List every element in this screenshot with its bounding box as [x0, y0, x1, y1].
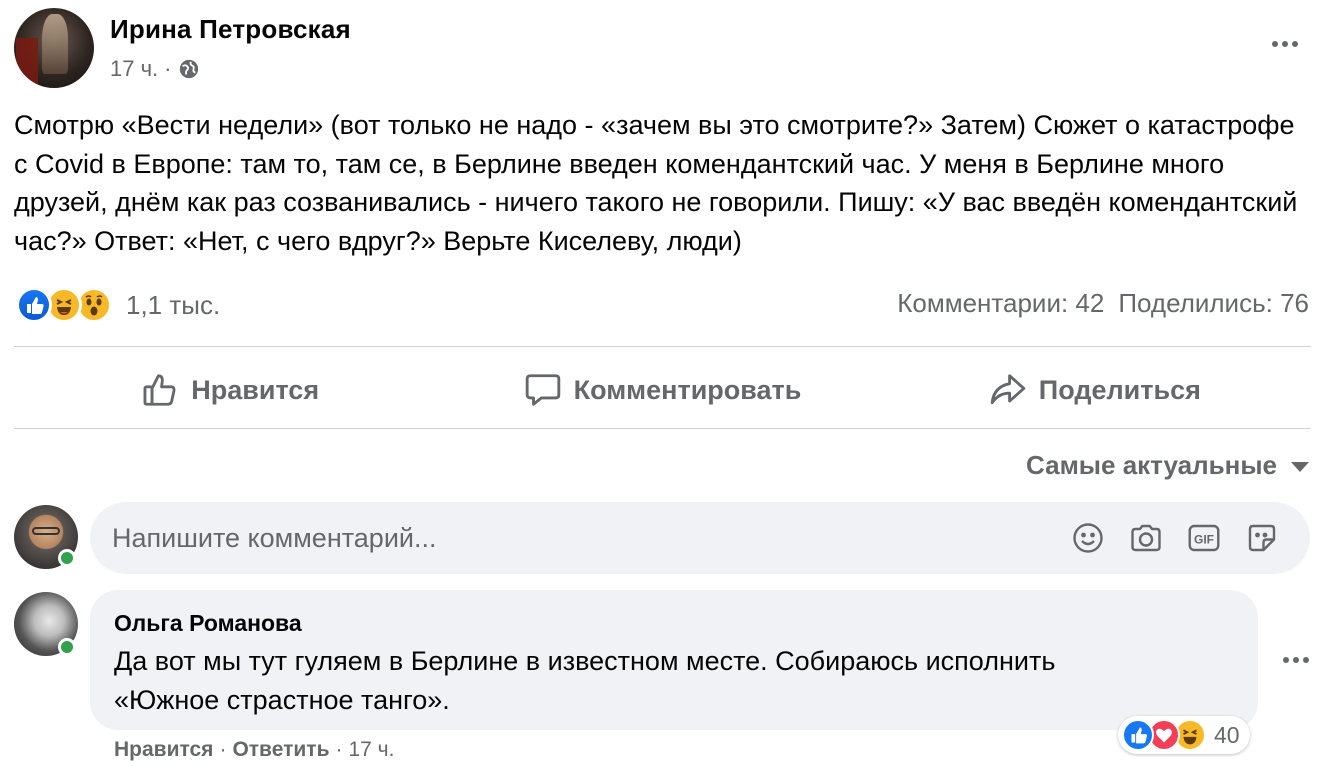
comment-time[interactable]: 17 ч.	[348, 738, 394, 762]
post-time[interactable]: 17 ч.	[110, 56, 158, 82]
camera-icon[interactable]	[1128, 520, 1164, 556]
like-icon	[1122, 719, 1154, 751]
post-meta: 17 ч. ·	[110, 56, 200, 82]
comment-input[interactable]	[112, 502, 1012, 574]
author-name[interactable]: Ирина Петровская	[110, 14, 351, 45]
comment-bubble: Ольга Романова Да вот мы тут гуляем в Бе…	[90, 590, 1258, 730]
comment-actions: Нравится · Ответить · 17 ч.	[114, 738, 394, 762]
comment-text-line: Да вот мы тут гуляем в Берлине в известн…	[114, 646, 1056, 676]
globe-icon[interactable]	[178, 58, 200, 80]
comment-reactions-count: 40	[1214, 721, 1240, 748]
comment-sort-dropdown[interactable]: Самые актуальные	[1026, 450, 1309, 481]
composer-icons: GIF	[1070, 520, 1280, 556]
reactions-summary[interactable]: 1,1 тыс.	[16, 286, 220, 324]
comment-button[interactable]: Комментировать	[446, 360, 878, 420]
share-label: Поделиться	[1038, 374, 1201, 405]
separator: ·	[335, 738, 343, 761]
online-status-dot	[58, 638, 76, 656]
thumbs-up-icon	[143, 374, 176, 406]
share-button[interactable]: Поделиться	[879, 360, 1311, 420]
online-status-dot	[58, 549, 76, 567]
shares-count[interactable]: Поделились: 76	[1118, 288, 1309, 319]
post-actions: Нравится Комментировать Поделиться	[14, 360, 1311, 420]
meta-separator: ·	[164, 56, 172, 81]
comment-label: Комментировать	[573, 374, 802, 405]
comment-like-link[interactable]: Нравится	[114, 738, 213, 762]
comment-more-options-icon[interactable]	[1278, 648, 1314, 672]
share-icon	[990, 374, 1026, 405]
sticker-icon[interactable]	[1244, 520, 1280, 556]
post-text: Смотрю «Вести недели» (вот только не над…	[14, 110, 1298, 256]
separator: ·	[219, 738, 227, 761]
author-avatar[interactable]	[14, 8, 94, 88]
like-icon	[16, 287, 52, 323]
comment-icon	[525, 374, 560, 406]
post-counts: Комментарии: 42 Поделились: 76	[897, 288, 1309, 319]
commenter-name[interactable]: Ольга Романова	[114, 610, 302, 637]
comment-text-line: «Южное страстное танго».	[114, 685, 450, 715]
like-button[interactable]: Нравится	[14, 360, 446, 420]
reactions-count[interactable]: 1,1 тыс.	[126, 290, 220, 321]
divider	[14, 346, 1311, 347]
divider	[14, 428, 1311, 429]
gif-icon[interactable]: GIF	[1186, 520, 1222, 556]
comment-reactions[interactable]: 40	[1118, 716, 1250, 754]
like-label: Нравится	[191, 374, 320, 405]
post-more-options-icon[interactable]	[1265, 30, 1305, 58]
sort-label: Самые актуальные	[1026, 450, 1277, 480]
svg-text:GIF: GIF	[1194, 532, 1214, 546]
comment-reply-link[interactable]: Ответить	[232, 738, 329, 762]
emoji-icon[interactable]	[1070, 520, 1106, 556]
comment-text: Да вот мы тут гуляем в Берлине в известн…	[114, 642, 1234, 720]
caret-down-icon	[1291, 462, 1309, 472]
comments-count[interactable]: Комментарии: 42	[897, 288, 1104, 319]
comment-composer[interactable]: GIF	[90, 502, 1310, 574]
post-header: Ирина Петровская 17 ч. ·	[14, 8, 1313, 92]
